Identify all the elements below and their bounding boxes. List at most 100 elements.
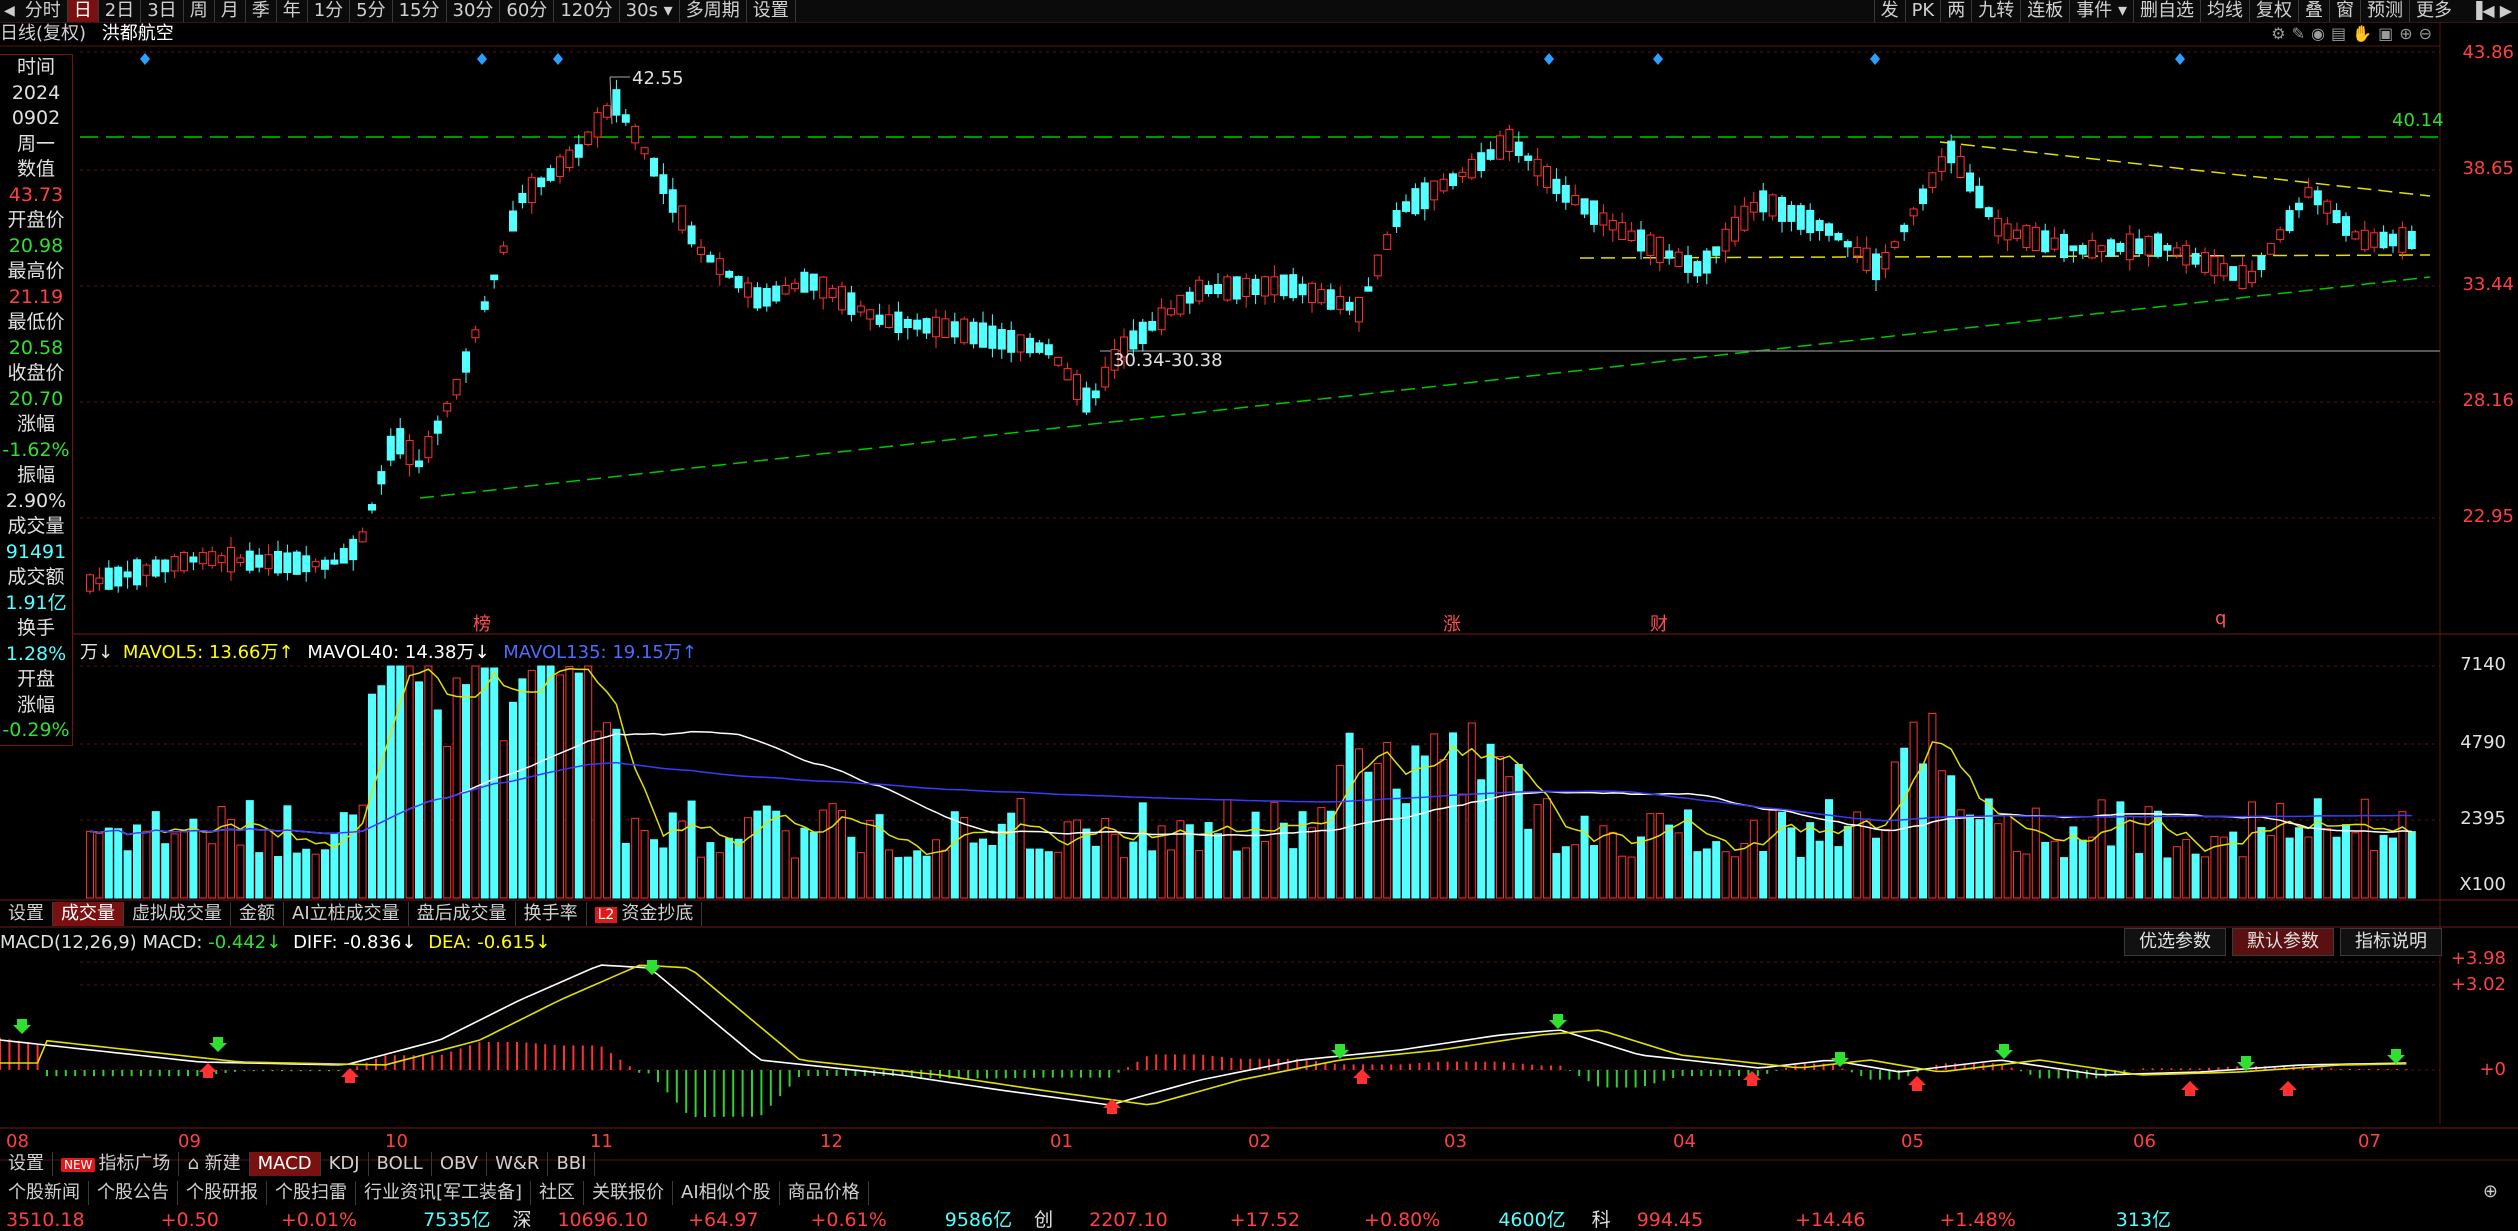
ntab-6[interactable]: 关联报价: [584, 1181, 674, 1205]
vtab-4[interactable]: AI立桩成交量: [284, 902, 409, 926]
candle-body: [1129, 330, 1138, 350]
preferred-params-button[interactable]: 优选参数: [2124, 928, 2226, 956]
candle-body: [2219, 263, 2228, 277]
ntab-4[interactable]: 行业资讯[军工装备]: [356, 1181, 532, 1205]
itab-6[interactable]: OBV: [432, 1152, 488, 1176]
vtab-1[interactable]: 成交量: [53, 902, 124, 926]
candle-body: [1317, 289, 1326, 304]
ntab-5[interactable]: 社区: [531, 1181, 585, 1205]
volume-bar: [2379, 834, 2388, 899]
ntab-label: AI相似个股: [681, 1182, 771, 1203]
itab-3[interactable]: MACD: [249, 1152, 321, 1176]
candle-body: [490, 274, 499, 281]
candle-body: [1439, 178, 1448, 192]
volume-bar: [1054, 851, 1063, 899]
volume-bar: [1806, 822, 1815, 899]
cy-value[interactable]: 2207.10: [1089, 1210, 1168, 1230]
kc-value[interactable]: 994.45: [1637, 1210, 1703, 1230]
candle-body: [1185, 291, 1194, 304]
volume-bar: [170, 833, 179, 899]
candle-body: [1561, 185, 1570, 203]
volume-bar: [2360, 798, 2369, 899]
vtab-2[interactable]: 虚拟成交量: [124, 902, 231, 926]
itab-0[interactable]: 设置: [0, 1152, 53, 1176]
vol-tick: 2395: [2460, 808, 2506, 829]
vtab-0[interactable]: 设置: [0, 902, 53, 926]
candle-body: [2097, 245, 2106, 253]
itab-1[interactable]: NEW 指标广场: [53, 1152, 180, 1176]
ntab-3[interactable]: 个股扫雷: [267, 1181, 356, 1205]
candle-body: [697, 246, 705, 255]
vtab-3[interactable]: 金额: [231, 902, 284, 926]
volume-bar: [1571, 844, 1580, 899]
volume-bar: [1458, 793, 1467, 899]
volume-bar: [1561, 846, 1570, 899]
candle-body: [2332, 210, 2341, 224]
volume-bar: [1373, 762, 1382, 899]
default-params-button[interactable]: 默认参数: [2232, 928, 2334, 956]
candle-body: [1138, 321, 1147, 345]
candle-body: [471, 329, 480, 339]
volume-bar: [612, 728, 621, 899]
ntab-0[interactable]: 个股新闻: [0, 1181, 89, 1205]
candle-body: [1590, 200, 1598, 225]
sz-value[interactable]: 10696.10: [557, 1210, 648, 1230]
volume-bar: [809, 831, 818, 899]
candlestick-series: [86, 79, 2416, 595]
candle-body: [1449, 173, 1457, 187]
event-rank[interactable]: 榜: [473, 610, 491, 636]
candle-body: [2201, 252, 2209, 273]
volume-bar: [1016, 798, 1025, 899]
volume-bar: [236, 844, 245, 899]
itab-label: BOLL: [376, 1153, 423, 1174]
vol-tick: 7140: [2460, 654, 2506, 675]
vtab-6[interactable]: 换手率: [516, 902, 587, 926]
volume-bar: [2191, 853, 2200, 899]
vtab-7[interactable]: L2 资金抄底: [587, 902, 703, 926]
collapse-icon[interactable]: ⊕: [2483, 1181, 2498, 1202]
ntab-label: 商品价格: [787, 1182, 860, 1203]
volume-bar: [894, 857, 903, 899]
volume-bar: [527, 669, 536, 899]
event-limit[interactable]: 涨: [1443, 610, 1461, 636]
itab-2[interactable]: ⌂ 新建: [179, 1152, 250, 1176]
volume-bar: [903, 856, 912, 899]
itab-5[interactable]: BOLL: [369, 1152, 432, 1176]
macd-tick: +3.98: [2450, 948, 2506, 969]
ntab-1[interactable]: 个股公告: [89, 1181, 178, 1205]
ntab-7[interactable]: AI相似个股: [673, 1181, 780, 1205]
candle-body: [1289, 274, 1298, 299]
event-q[interactable]: q: [2215, 608, 2226, 629]
volume-bar: [1101, 818, 1110, 899]
itab-7[interactable]: W&R: [487, 1152, 549, 1176]
volume-bar: [2332, 836, 2341, 899]
sh-value[interactable]: 3510.18: [6, 1210, 85, 1230]
candle-body: [1580, 198, 1589, 215]
ntab-label: 关联报价: [592, 1182, 665, 1203]
candle-body: [1195, 279, 1204, 302]
volume-bar: [2257, 827, 2266, 899]
dea-value: -0.615↓: [477, 932, 551, 953]
sell-signal-icon: [643, 960, 661, 975]
info-value: 20.98: [8, 234, 64, 257]
volume-tabs: 设置 成交量 虚拟成交量 金额 AI立桩成交量 盘后成交量 换手率 L2 资金抄底: [0, 902, 703, 926]
candle-body: [1862, 247, 1871, 271]
stock-chart[interactable]: [0, 0, 2518, 1230]
volume-bar: [1740, 842, 1749, 899]
itab-4[interactable]: KDJ: [321, 1152, 369, 1176]
candle-body: [715, 258, 724, 275]
volume-bar: [668, 812, 677, 899]
volume-bar: [123, 850, 132, 899]
event-finance[interactable]: 财: [1650, 610, 1668, 636]
vtab-5[interactable]: 盘后成交量: [409, 902, 516, 926]
volume-bar: [1994, 823, 2003, 899]
info-value: 1.91亿: [5, 591, 67, 614]
volume-bar: [433, 709, 442, 899]
indicator-help-button[interactable]: 指标说明: [2340, 928, 2442, 956]
ntab-8[interactable]: 商品价格: [780, 1181, 869, 1205]
candle-body: [1157, 307, 1166, 331]
candle-body: [603, 105, 611, 118]
ntab-2[interactable]: 个股研报: [178, 1181, 267, 1205]
robot-icon: ⌂: [187, 1153, 205, 1174]
itab-8[interactable]: BBI: [548, 1152, 596, 1176]
